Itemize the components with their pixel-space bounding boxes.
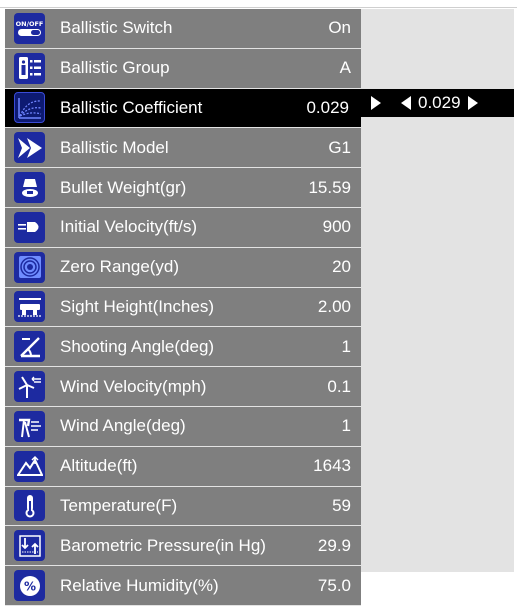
menu-row-ballistic-model[interactable]: Ballistic Model G1 (5, 128, 361, 169)
menu-value: 29.9 (317, 535, 351, 555)
menu-label: Temperature(F) (60, 495, 178, 515)
menu-row-wind-angle[interactable]: Wind Angle(deg) 1 (5, 406, 361, 447)
bullet-weight-icon (14, 172, 45, 204)
menu-value: G1 (328, 137, 351, 157)
menu-value: A (339, 58, 351, 78)
triangle-right-icon[interactable] (371, 96, 381, 110)
triangle-left-icon[interactable] (401, 96, 411, 110)
menu-label: Zero Range(yd) (60, 257, 180, 277)
menu-row-barometric-pressure[interactable]: Barometric Pressure(in Hg) 29.9 (5, 526, 361, 567)
menu-label: Sight Height(Inches) (60, 296, 215, 316)
menu-label: Ballistic Group (60, 58, 170, 78)
coefficient-editor-value[interactable]: 0.029 (418, 93, 461, 113)
menu-value: 2.00 (317, 296, 351, 316)
menu-label: Wind Angle(deg) (60, 416, 186, 436)
menu-row-bullet-weight[interactable]: Bullet Weight(gr) 15.59 (5, 168, 361, 208)
on-off-switch-icon: ON/OFF (14, 12, 45, 44)
menu-value: 1643 (313, 456, 351, 476)
menu-row-relative-humidity[interactable]: % Relative Humidity(%) 75.0 (5, 566, 361, 606)
triangle-right-icon[interactable] (467, 96, 478, 110)
svg-text:ON/OFF: ON/OFF (16, 20, 43, 28)
menu-value: 20 (332, 257, 351, 277)
menu-label: Ballistic Model (60, 137, 169, 157)
menu-label: Wind Velocity(mph) (60, 376, 207, 396)
menu-row-zero-range[interactable]: Zero Range(yd) 20 (5, 247, 361, 288)
menu-value: 900 (322, 217, 351, 237)
ballistics-menu: ON/OFF Ballistic Switch On Ballistic Gro… (5, 9, 361, 606)
menu-value: 75.0 (317, 575, 351, 595)
humidity-percent-icon: % (14, 570, 45, 602)
wind-turbine-icon (14, 371, 45, 403)
barometer-icon (14, 530, 45, 562)
bullet-model-icon (14, 132, 45, 164)
menu-row-altitude[interactable]: Altitude(ft) 1643 (5, 446, 361, 487)
menu-label: Barometric Pressure(in Hg) (60, 535, 266, 555)
menu-row-sight-height[interactable]: Sight Height(Inches) 2.00 (5, 287, 361, 328)
menu-label: Relative Humidity(%) (60, 575, 219, 595)
menu-value: 0.1 (327, 376, 351, 396)
menu-label: Ballistic Switch (60, 18, 173, 38)
menu-row-initial-velocity[interactable]: Initial Velocity(ft/s) 900 (5, 207, 361, 248)
menu-label: Shooting Angle(deg) (60, 336, 215, 356)
menu-row-temperature[interactable]: Temperature(F) 59 (5, 486, 361, 527)
trajectory-coefficient-icon (14, 92, 45, 124)
menu-value: On (328, 18, 351, 38)
menu-label: Initial Velocity(ft/s) (60, 217, 197, 237)
menu-label: Bullet Weight(gr) (60, 177, 187, 197)
coefficient-editor: 0.029 (361, 89, 514, 117)
menu-row-ballistic-group[interactable]: Ballistic Group A (5, 48, 361, 89)
angle-icon (14, 331, 45, 363)
target-icon (14, 251, 45, 283)
menu-row-shooting-angle[interactable]: Shooting Angle(deg) 1 (5, 327, 361, 368)
menu-row-wind-velocity[interactable]: Wind Velocity(mph) 0.1 (5, 367, 361, 407)
menu-label: Ballistic Coefficient (60, 97, 203, 117)
mountain-icon (14, 450, 45, 482)
top-divider (0, 7, 517, 8)
menu-row-ballistic-switch[interactable]: ON/OFF Ballistic Switch On (5, 9, 361, 49)
wind-angle-icon (14, 410, 45, 442)
menu-row-ballistic-coefficient[interactable]: Ballistic Coefficient 0.029 (5, 88, 361, 129)
menu-label: Altitude(ft) (60, 456, 138, 476)
menu-value: 0.029 (306, 97, 349, 117)
menu-value: 1 (341, 336, 351, 356)
thermometer-icon (14, 490, 45, 522)
svg-text:%: % (23, 579, 35, 593)
menu-value: 15.59 (308, 177, 351, 197)
group-list-icon (14, 52, 45, 84)
sight-height-icon (14, 291, 45, 323)
menu-value: 1 (341, 416, 351, 436)
menu-value: 59 (332, 495, 351, 515)
velocity-bullet-icon (14, 211, 45, 243)
